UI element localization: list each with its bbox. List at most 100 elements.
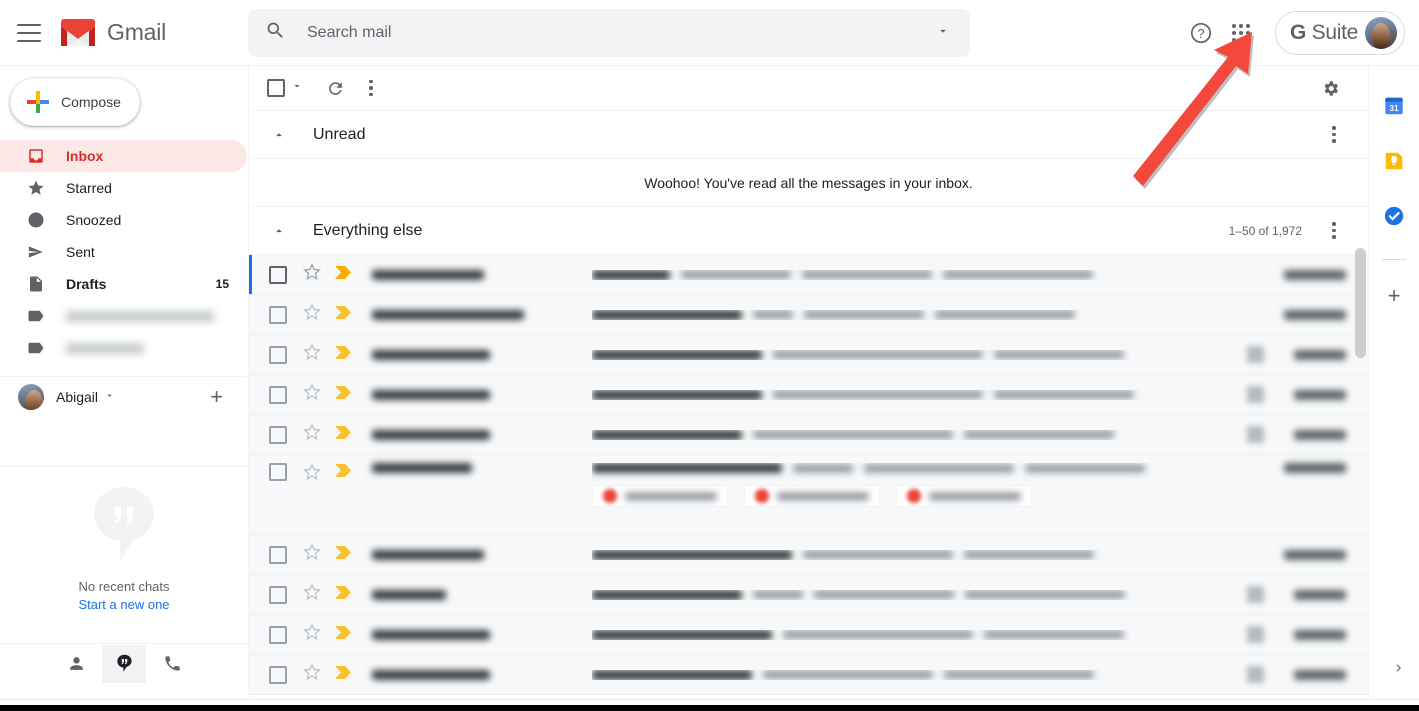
search-bar[interactable] <box>248 9 970 57</box>
side-panel-rail: 31 + <box>1368 66 1419 711</box>
hangouts-bubble-icon <box>91 485 157 565</box>
table-row[interactable] <box>249 415 1368 455</box>
star-icon[interactable] <box>303 382 321 406</box>
google-calendar-icon[interactable]: 31 <box>1376 88 1412 124</box>
mail-list-scrollbar[interactable] <box>1355 248 1366 358</box>
section-header-everything-else[interactable]: Everything else 1–50 of 1,972 <box>249 207 1368 255</box>
section-header-unread[interactable]: Unread <box>249 111 1368 159</box>
attachment-chip[interactable] <box>744 485 880 507</box>
sidebar-item-starred[interactable]: Starred <box>0 172 247 204</box>
table-row[interactable] <box>249 455 1368 535</box>
star-icon[interactable] <box>303 422 321 446</box>
chat-account-row[interactable]: Abigail + <box>0 376 247 416</box>
star-icon[interactable] <box>303 302 321 326</box>
refresh-button[interactable] <box>317 70 353 106</box>
row-checkbox[interactable] <box>269 385 287 404</box>
gsuite-account-chip[interactable]: G Suite <box>1275 11 1405 55</box>
sidebar-item-inbox[interactable]: Inbox <box>0 140 247 172</box>
row-checkbox[interactable] <box>269 265 287 284</box>
email-sender <box>372 463 572 473</box>
avatar[interactable] <box>1365 17 1397 49</box>
compose-button[interactable]: Compose <box>10 78 140 126</box>
row-checkbox[interactable] <box>269 463 287 481</box>
star-icon[interactable] <box>303 582 321 606</box>
star-icon[interactable] <box>303 542 321 566</box>
chevron-up-icon[interactable] <box>267 128 291 142</box>
star-icon[interactable] <box>303 622 321 646</box>
sidebar-item-label-2[interactable] <box>0 332 247 364</box>
row-checkbox[interactable] <box>269 545 287 564</box>
attachment-icon <box>1247 426 1264 443</box>
attachment-chip[interactable] <box>896 485 1032 507</box>
important-marker-icon[interactable] <box>335 385 352 405</box>
add-contact-button[interactable]: + <box>210 385 223 408</box>
row-checkbox[interactable] <box>269 425 287 444</box>
sidebar-item-label: Snoozed <box>66 212 122 228</box>
table-row[interactable] <box>249 335 1368 375</box>
table-row[interactable] <box>249 575 1368 615</box>
table-row[interactable] <box>249 615 1368 655</box>
kebab-menu-icon <box>369 79 373 97</box>
gmail-logo[interactable]: Gmail <box>58 18 166 48</box>
apps-grid-icon[interactable] <box>1221 13 1261 53</box>
row-checkbox[interactable] <box>269 345 287 364</box>
select-all-dropdown-icon[interactable] <box>291 79 303 97</box>
google-tasks-icon[interactable] <box>1376 198 1412 234</box>
important-marker-icon[interactable] <box>335 625 352 645</box>
chevron-up-icon[interactable] <box>267 224 291 238</box>
important-marker-icon[interactable] <box>335 545 352 565</box>
table-row[interactable] <box>249 375 1368 415</box>
star-icon[interactable] <box>303 342 321 366</box>
table-row[interactable] <box>249 535 1368 575</box>
chat-tab-contacts[interactable] <box>54 645 98 683</box>
settings-button[interactable] <box>1312 70 1348 106</box>
table-row[interactable] <box>249 655 1368 695</box>
main-menu-icon[interactable] <box>17 23 41 42</box>
table-row[interactable] <box>249 295 1368 335</box>
star-icon[interactable] <box>303 662 321 686</box>
chat-tab-hangouts[interactable] <box>102 644 146 683</box>
important-marker-icon[interactable] <box>335 265 352 285</box>
start-new-chat-link[interactable]: Start a new one <box>78 597 169 612</box>
select-all-checkbox[interactable] <box>267 79 285 97</box>
sidebar-item-drafts[interactable]: Drafts 15 <box>0 268 247 300</box>
sidebar-item-label-1[interactable] <box>0 300 247 332</box>
important-marker-icon[interactable] <box>335 345 352 365</box>
attachment-chip[interactable] <box>592 485 728 507</box>
chat-tab-phone[interactable] <box>150 645 194 683</box>
attachment-icon <box>1247 666 1264 683</box>
important-marker-icon[interactable] <box>335 463 352 483</box>
row-checkbox[interactable] <box>269 305 287 324</box>
email-subject <box>592 549 1280 560</box>
search-input[interactable] <box>307 24 936 42</box>
important-marker-icon[interactable] <box>335 305 352 325</box>
help-icon[interactable]: ? <box>1181 13 1221 53</box>
sidebar-item-snoozed[interactable]: Snoozed <box>0 204 247 236</box>
email-timestamp <box>1280 549 1346 560</box>
search-options-icon[interactable] <box>936 24 950 43</box>
email-subject <box>592 309 1280 320</box>
row-checkbox[interactable] <box>269 665 287 684</box>
email-sender <box>372 389 572 400</box>
sidebar-item-label <box>66 342 144 354</box>
google-keep-icon[interactable] <box>1376 143 1412 179</box>
email-sender <box>372 549 572 560</box>
email-subject <box>592 629 1247 640</box>
section-more-icon[interactable] <box>1320 121 1348 149</box>
expand-panel-icon[interactable] <box>1391 660 1407 681</box>
more-options-button[interactable] <box>353 70 389 106</box>
row-checkbox[interactable] <box>269 585 287 604</box>
important-marker-icon[interactable] <box>335 425 352 445</box>
add-app-button[interactable]: + <box>1376 278 1412 314</box>
drafts-count: 15 <box>215 277 229 291</box>
important-marker-icon[interactable] <box>335 665 352 685</box>
star-icon[interactable] <box>303 262 321 286</box>
chevron-down-icon[interactable] <box>104 388 115 406</box>
star-icon[interactable] <box>303 462 321 486</box>
row-checkbox[interactable] <box>269 625 287 644</box>
important-marker-icon[interactable] <box>335 585 352 605</box>
sidebar-item-sent[interactable]: Sent <box>0 236 247 268</box>
search-icon <box>265 20 286 46</box>
table-row[interactable] <box>249 255 1368 295</box>
section-more-icon[interactable] <box>1320 217 1348 245</box>
